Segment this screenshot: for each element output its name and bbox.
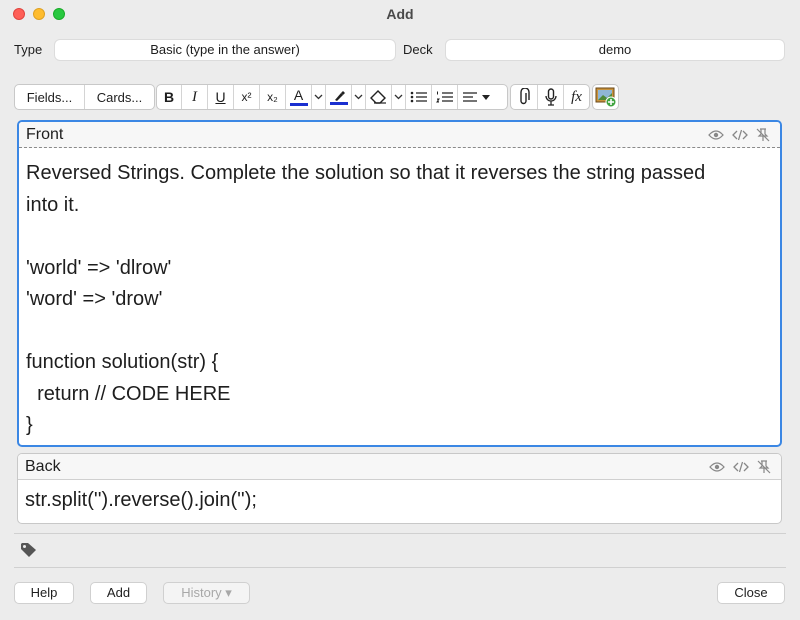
eraser-dropdown[interactable] bbox=[392, 85, 406, 109]
add-button[interactable]: Add bbox=[90, 582, 147, 604]
front-field-editor[interactable]: Front Reversed Strings. Complete the sol… bbox=[17, 120, 782, 447]
numbered-list-button[interactable] bbox=[432, 85, 458, 109]
align-left-icon bbox=[463, 92, 477, 102]
bullet-list-icon bbox=[410, 91, 427, 103]
attach-button[interactable] bbox=[511, 85, 538, 109]
bullet-list-button[interactable] bbox=[406, 85, 432, 109]
subscript-button[interactable]: x₂ bbox=[260, 85, 286, 109]
eraser-icon bbox=[369, 90, 386, 104]
back-field-label: Back bbox=[25, 458, 61, 475]
type-label: Type bbox=[14, 42, 43, 57]
button-separator bbox=[14, 567, 786, 568]
chevron-down-icon bbox=[354, 94, 363, 100]
front-line: } bbox=[26, 414, 33, 436]
paperclip-icon bbox=[520, 88, 530, 105]
highlight-color-swatch bbox=[329, 101, 348, 105]
front-line bbox=[26, 316, 773, 348]
add-window: Add Type Basic (type in the answer) Deck… bbox=[0, 0, 800, 620]
front-field-label: Front bbox=[26, 126, 64, 143]
underline-button[interactable]: U bbox=[208, 85, 234, 109]
title-bar: Add bbox=[0, 0, 800, 28]
highlight-color-button[interactable] bbox=[326, 85, 352, 109]
back-field-header: Back bbox=[18, 454, 781, 480]
microphone-icon bbox=[544, 88, 557, 106]
front-line: into it. bbox=[26, 193, 80, 216]
front-line: Reversed Strings. Complete the solution … bbox=[26, 162, 706, 184]
tag-editor[interactable] bbox=[20, 542, 38, 563]
back-field-editor[interactable]: Back str.split('').reverse().join(''); bbox=[17, 453, 782, 524]
chevron-down-icon bbox=[314, 94, 323, 100]
alignment-button[interactable] bbox=[458, 85, 494, 109]
deck-selector[interactable]: demo bbox=[445, 39, 785, 61]
image-occlusion-group bbox=[592, 84, 619, 110]
front-field-content[interactable]: Reversed Strings. Complete the solution … bbox=[19, 148, 780, 442]
text-color-swatch bbox=[289, 103, 308, 106]
front-line: 'world' => 'dlrow' bbox=[26, 256, 172, 279]
front-line: function solution(str) { bbox=[26, 351, 219, 373]
html-editor-icon[interactable] bbox=[732, 129, 748, 141]
back-field-divider bbox=[18, 479, 781, 480]
front-field-actions bbox=[708, 122, 770, 148]
eye-icon[interactable] bbox=[708, 129, 724, 141]
bold-button[interactable]: B bbox=[157, 85, 182, 109]
pin-icon[interactable] bbox=[756, 128, 770, 142]
front-line bbox=[26, 221, 773, 253]
close-button[interactable]: Close bbox=[717, 582, 785, 604]
italic-button[interactable]: I bbox=[182, 85, 208, 109]
media-group: fx bbox=[510, 84, 590, 110]
chevron-down-icon bbox=[394, 94, 403, 100]
cards-button[interactable]: Cards... bbox=[85, 85, 154, 109]
text-color-button[interactable]: A bbox=[286, 85, 312, 109]
image-occlusion-button[interactable] bbox=[593, 85, 618, 109]
record-audio-button[interactable] bbox=[538, 85, 564, 109]
eye-icon[interactable] bbox=[709, 461, 725, 473]
window-title: Add bbox=[386, 6, 414, 22]
numbered-list-icon bbox=[435, 91, 453, 103]
image-add-icon bbox=[595, 87, 616, 107]
superscript-button[interactable]: x² bbox=[234, 85, 260, 109]
front-field-header: Front bbox=[19, 122, 780, 148]
deck-label: Deck bbox=[403, 42, 433, 57]
format-group: B I U x² x₂ A bbox=[156, 84, 508, 110]
eraser-button[interactable] bbox=[366, 85, 392, 109]
highlight-color-dropdown[interactable] bbox=[352, 85, 366, 109]
back-field-actions bbox=[709, 454, 771, 480]
tag-separator bbox=[14, 533, 786, 534]
text-color-icon: A bbox=[293, 87, 304, 103]
history-button[interactable]: History ▾ bbox=[163, 582, 250, 604]
html-editor-icon[interactable] bbox=[733, 461, 749, 473]
fields-button[interactable]: Fields... bbox=[15, 85, 85, 109]
help-button[interactable]: Help bbox=[14, 582, 74, 604]
pin-icon[interactable] bbox=[757, 460, 771, 474]
front-line: return // CODE HERE bbox=[26, 382, 231, 405]
text-color-dropdown[interactable] bbox=[312, 85, 326, 109]
back-field-content[interactable]: str.split('').reverse().join(''); bbox=[18, 480, 781, 517]
tag-icon bbox=[21, 543, 36, 557]
back-line: str.split('').reverse().join(''); bbox=[25, 489, 257, 511]
front-field-divider bbox=[19, 147, 780, 148]
highlighter-icon bbox=[334, 90, 345, 101]
caret-down-icon bbox=[482, 94, 490, 100]
mathjax-button[interactable]: fx bbox=[564, 85, 589, 109]
front-line: 'word' => 'drow' bbox=[26, 288, 163, 310]
fields-cards-group: Fields... Cards... bbox=[14, 84, 155, 110]
note-type-selector[interactable]: Basic (type in the answer) bbox=[54, 39, 396, 61]
